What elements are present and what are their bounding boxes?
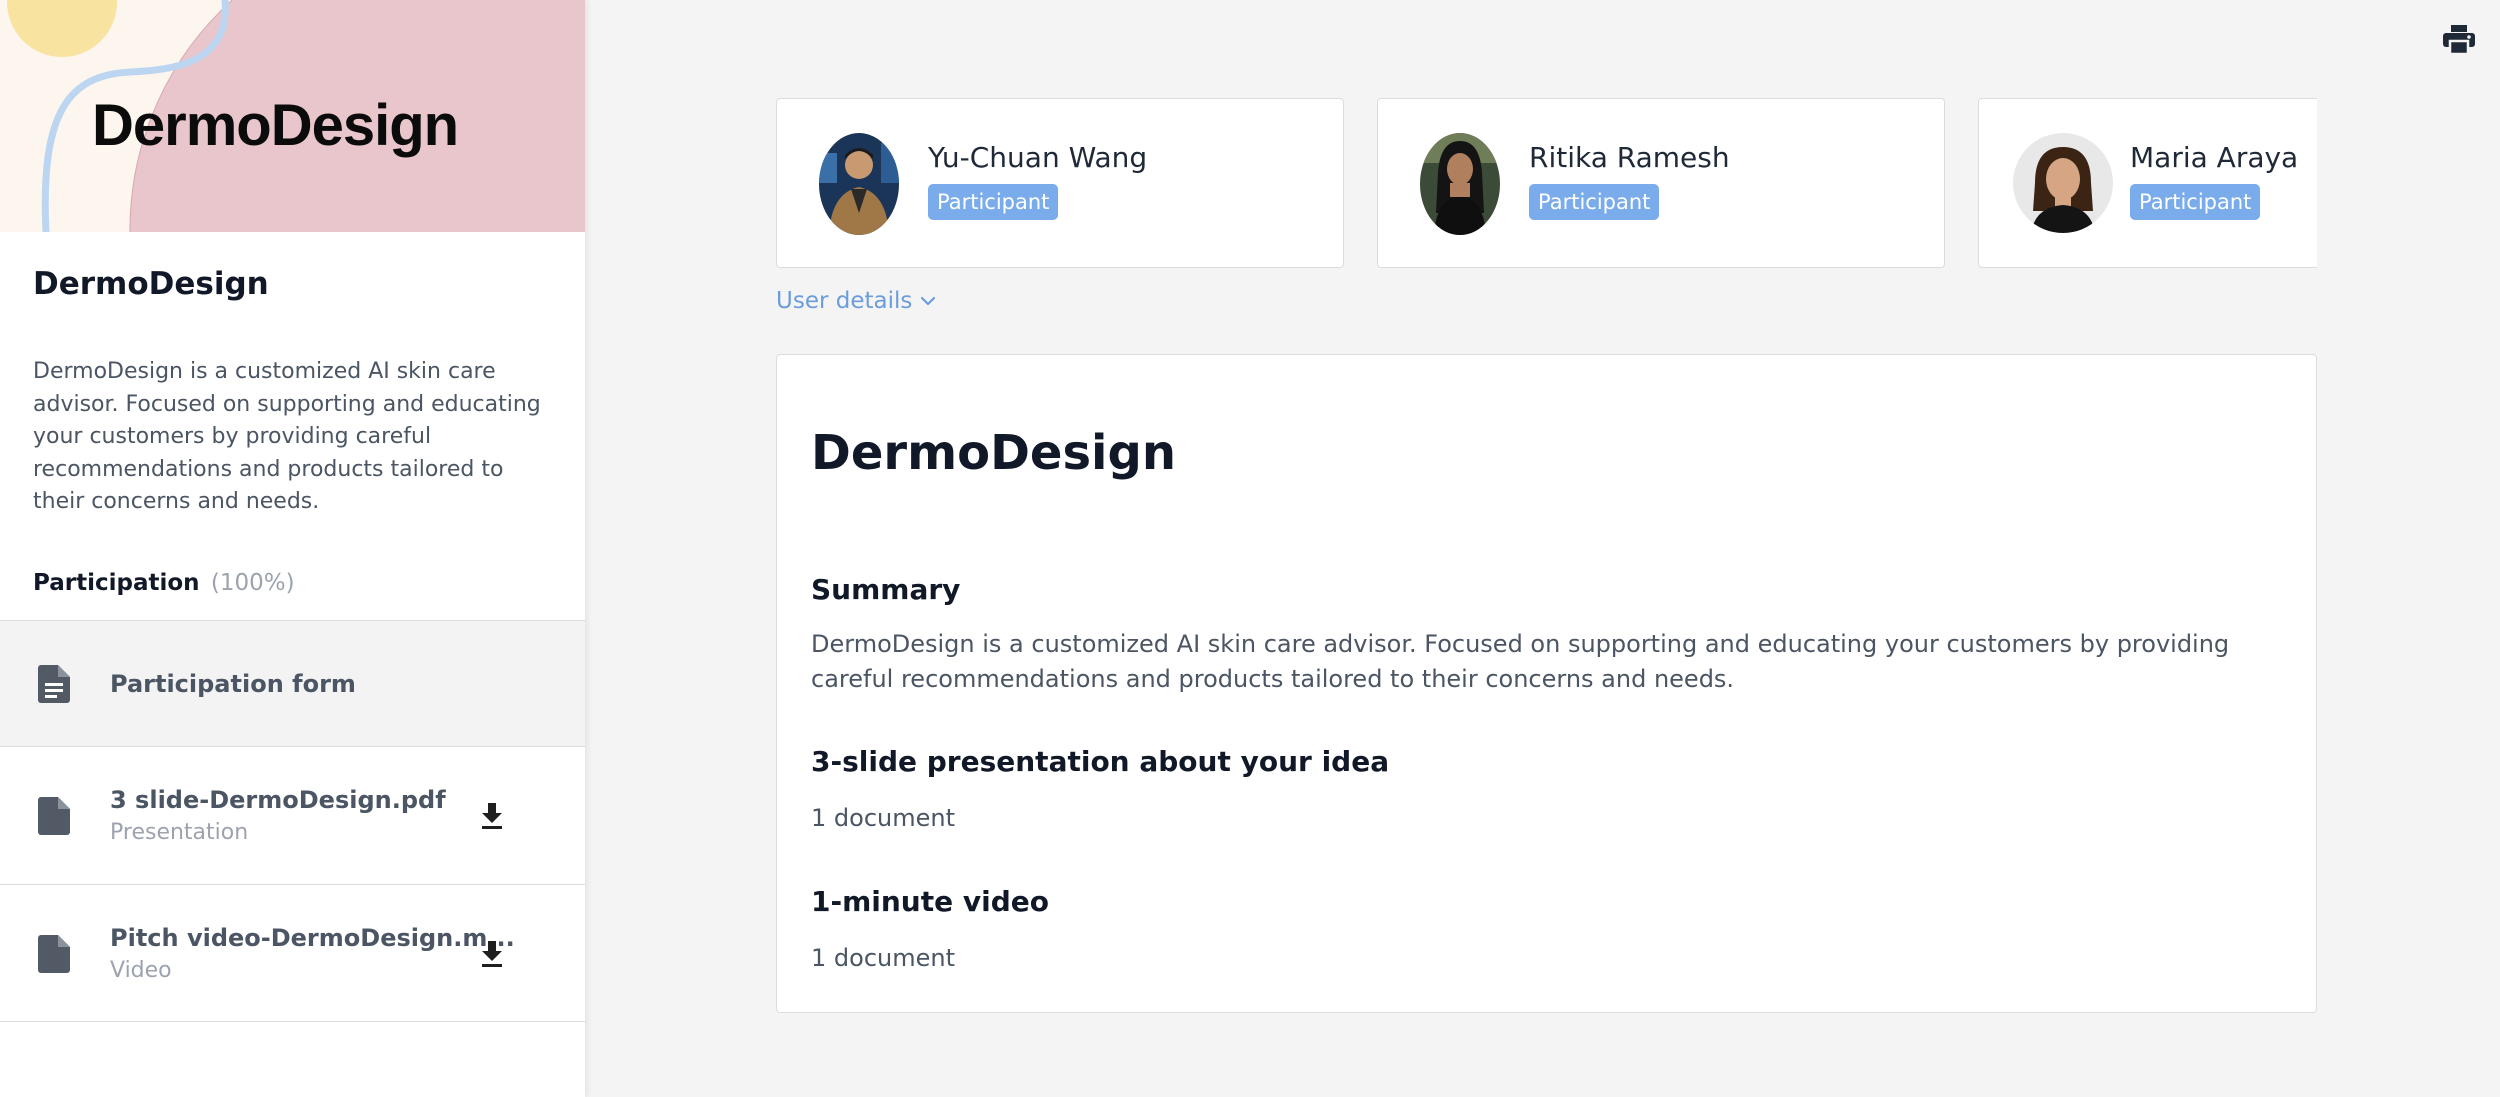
user-name: Maria Araya <box>2130 141 2299 174</box>
sidebar-item-video[interactable]: Pitch video-DermoDesign.m... Video <box>0 884 585 1022</box>
avatar <box>2013 133 2113 233</box>
user-card[interactable]: Ritika Ramesh Participant <box>1377 98 1945 268</box>
sidebar-item-presentation[interactable]: 3 slide-DermoDesign.pdf Presentation <box>0 746 585 884</box>
sidebar: DermoDesign DermoDesign DermoDesign is a… <box>0 0 585 1097</box>
sidebar-item-participation-form[interactable]: Participation form <box>0 620 585 746</box>
section-heading-presentation: 3-slide presentation about your idea <box>811 745 1390 778</box>
role-badge: Participant <box>1529 184 1660 220</box>
role-badge: Participant <box>928 184 1059 220</box>
user-name: Yu-Chuan Wang <box>928 141 1148 174</box>
role-badge: Participant <box>2130 184 2261 220</box>
file-name: Pitch video-DermoDesign.m... <box>110 924 515 952</box>
video-count: 1 document <box>811 944 955 972</box>
file-name: 3 slide-DermoDesign.pdf <box>110 786 446 814</box>
document-icon <box>38 664 70 703</box>
section-heading-video: 1-minute video <box>811 885 1049 918</box>
section-heading-summary: Summary <box>811 573 961 606</box>
file-icon <box>38 934 70 973</box>
participation-percent: (100%) <box>210 570 295 596</box>
hero-banner: DermoDesign <box>0 0 585 232</box>
file-type: Video <box>110 958 172 983</box>
sidebar-item-text: Pitch video-DermoDesign.m... Video <box>110 924 515 983</box>
summary-text: DermoDesign is a customized AI skin care… <box>811 630 2230 693</box>
chevron-down-icon <box>921 296 936 306</box>
avatar <box>1420 133 1500 235</box>
download-icon[interactable] <box>478 939 506 969</box>
sidebar-item-label: Participation form <box>110 669 356 698</box>
divider <box>0 1021 585 1022</box>
submission-panel: DermoDesign Summary DermoDesign is a cus… <box>776 354 2317 1013</box>
participation-label: Participation <box>33 570 200 596</box>
project-description: DermoDesign is a customized AI skin care… <box>33 359 541 514</box>
presentation-count: 1 document <box>811 804 955 832</box>
file-icon <box>38 796 70 835</box>
project-title: DermoDesign <box>33 266 269 302</box>
download-icon[interactable] <box>478 801 506 831</box>
page-title: DermoDesign <box>811 425 1177 481</box>
user-details-toggle[interactable]: User details <box>776 288 936 314</box>
avatar <box>819 133 899 235</box>
print-icon[interactable] <box>2443 25 2475 55</box>
user-card[interactable]: Maria Araya Participant <box>1978 98 2317 268</box>
user-cards: Yu-Chuan Wang Participant Ritika Ramesh … <box>776 98 2317 270</box>
user-card[interactable]: Yu-Chuan Wang Participant <box>776 98 1344 268</box>
sidebar-item-text: 3 slide-DermoDesign.pdf Presentation <box>110 786 446 845</box>
participation-header: Participation (100%) <box>33 570 295 596</box>
user-name: Ritika Ramesh <box>1529 141 1730 174</box>
file-type: Presentation <box>110 820 249 845</box>
sidebar-item-text: Participation form <box>110 670 356 698</box>
user-details-label: User details <box>776 288 913 314</box>
hero-title: DermoDesign <box>92 93 459 158</box>
